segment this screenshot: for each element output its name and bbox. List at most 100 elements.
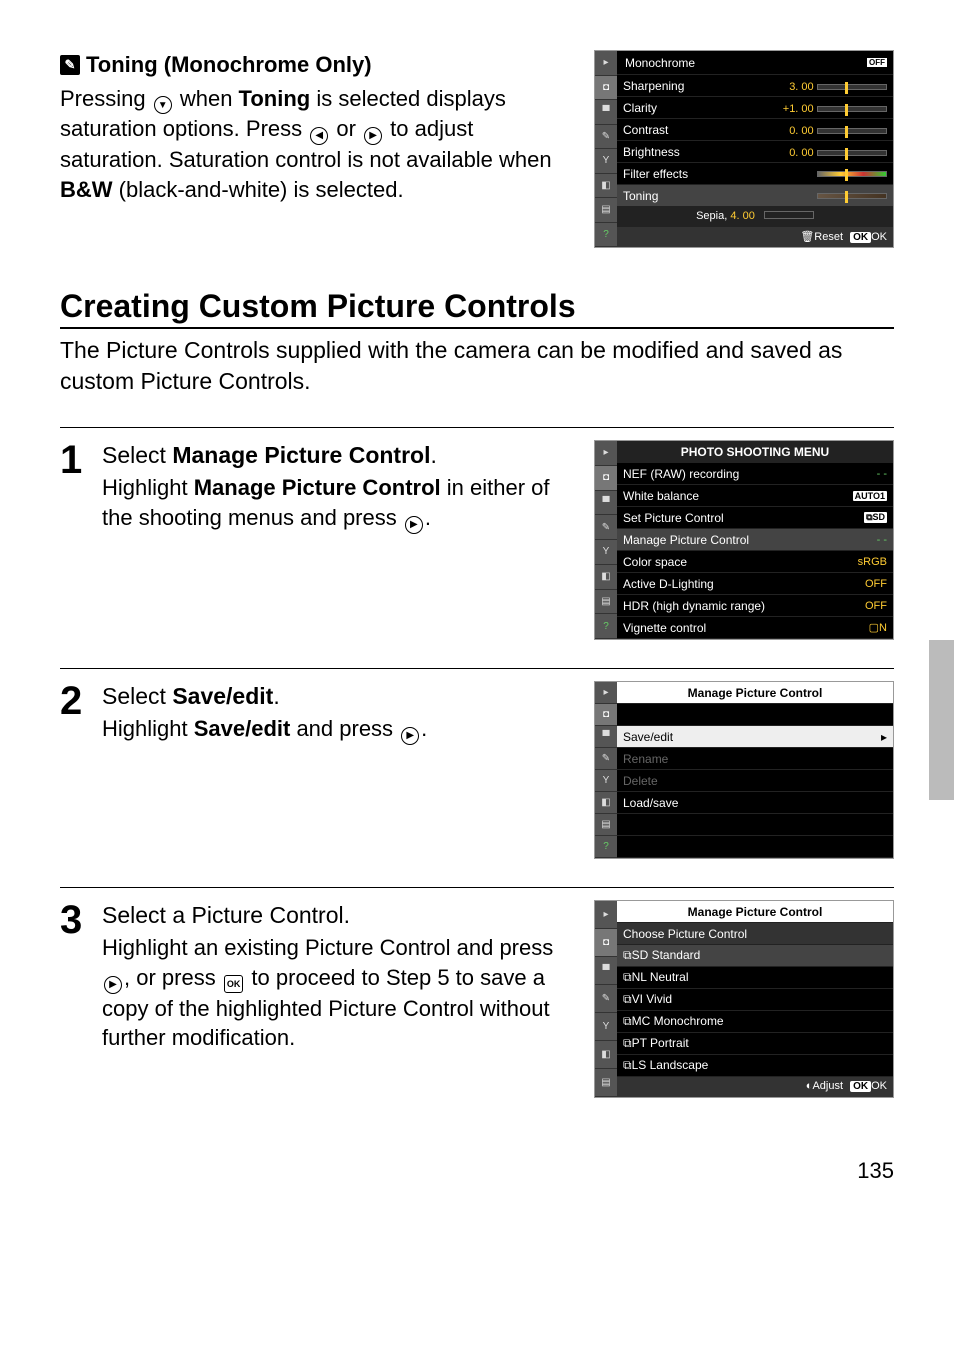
toning-callout: ✎ Toning (Monochrome Only) Pressing ▼ wh… bbox=[60, 50, 894, 248]
l: Toning bbox=[623, 189, 658, 203]
lcd-main: Manage Picture Control Choose Picture Co… bbox=[617, 901, 893, 1097]
sb: ◘ bbox=[595, 466, 617, 491]
step-number: 2 bbox=[60, 681, 102, 859]
ok-icon: OK bbox=[224, 975, 244, 993]
lcd-row-selected: Save/edit ▸ bbox=[617, 726, 893, 748]
trash-icon: 🗑 bbox=[800, 231, 814, 243]
ok-badge: OK bbox=[850, 232, 871, 243]
callout-title: Toning (Monochrome Only) bbox=[86, 50, 372, 80]
sb: Y bbox=[595, 540, 617, 565]
l: Save/edit bbox=[623, 730, 673, 744]
lcd-row-selected: Toning bbox=[617, 185, 893, 207]
l: White balance bbox=[623, 489, 699, 503]
sepia-row: Sepia, 4. 00 bbox=[617, 207, 893, 227]
sb: ▸ bbox=[595, 682, 617, 704]
lcd-row: ⧉VI Vivid bbox=[617, 989, 893, 1011]
t: or bbox=[330, 116, 362, 141]
l: Manage Picture Control bbox=[623, 533, 749, 547]
down-icon: ▼ bbox=[154, 96, 172, 114]
lcd-sidebar: ▸ ◘ ▀ ✎ Y ◧ ▤ ? bbox=[595, 441, 617, 639]
v: OFF bbox=[865, 578, 887, 590]
lcd-footer: ◐Adjust OKOK bbox=[617, 1077, 893, 1097]
lcd-row: Contrast0. 00 bbox=[617, 119, 893, 141]
l: Color space bbox=[623, 555, 687, 569]
sb: Y bbox=[595, 1013, 617, 1041]
l: Delete bbox=[623, 774, 658, 788]
l: Neutral bbox=[650, 970, 689, 984]
sb: ? bbox=[595, 836, 617, 858]
right-icon: ▶ bbox=[104, 976, 122, 994]
l: Load/save bbox=[623, 796, 678, 810]
callout-title-row: ✎ Toning (Monochrome Only) bbox=[60, 50, 574, 80]
lcd-main: Monochrome OFF Sharpening3. 00 Clarity+1… bbox=[617, 51, 893, 247]
l: Sepia, bbox=[696, 210, 727, 222]
sb: ? bbox=[595, 614, 617, 639]
t: . bbox=[273, 683, 279, 709]
p: ⧉VI bbox=[623, 992, 643, 1006]
p: ⧉LS bbox=[623, 1058, 646, 1072]
sb: ✎ bbox=[595, 515, 617, 540]
right-icon: ▶ bbox=[364, 127, 382, 145]
v: AUTO1 bbox=[853, 491, 887, 501]
t: , or press bbox=[124, 965, 222, 990]
sb: ? bbox=[595, 223, 617, 248]
lcd-row bbox=[617, 836, 893, 858]
lcd-row: Delete bbox=[617, 770, 893, 792]
sb: ◧ bbox=[595, 792, 617, 814]
sb: ✎ bbox=[595, 748, 617, 770]
sepia-bar-icon bbox=[764, 211, 814, 219]
reset-label: Reset bbox=[814, 231, 843, 243]
t: (black-and-white) is selected. bbox=[113, 177, 404, 202]
t: Highlight bbox=[102, 716, 194, 741]
t: Highlight bbox=[102, 475, 194, 500]
l: Standard bbox=[652, 948, 701, 962]
step-text: Select a Picture Control. Highlight an e… bbox=[102, 900, 576, 1098]
v: ⧉SD bbox=[864, 512, 887, 523]
lcd-row: Color space sRGB bbox=[617, 551, 893, 573]
lcd-photo-menu: ▸ ◘ ▀ ✎ Y ◧ ▤ ? PHOTO SHOOTING MENU NEF … bbox=[594, 440, 894, 640]
lcd-footer: 🗑Reset OKOK bbox=[617, 227, 893, 247]
lcd-choose: ▸ ◘ ▀ ✎ Y ◧ ▤ Manage Picture Control Cho… bbox=[594, 900, 894, 1098]
lcd-row: Sharpening3. 00 bbox=[617, 75, 893, 97]
sb: ▀ bbox=[595, 726, 617, 748]
step-number: 1 bbox=[60, 440, 102, 640]
l: Rename bbox=[623, 752, 668, 766]
arrow-icon: ▸ bbox=[881, 730, 887, 744]
lcd-sub: Choose Picture Control bbox=[617, 923, 893, 945]
v: sRGB bbox=[858, 556, 887, 568]
section-intro: The Picture Controls supplied with the c… bbox=[60, 335, 894, 397]
sb: ▸ bbox=[595, 51, 617, 76]
t: . bbox=[421, 716, 427, 741]
l: Sharpening bbox=[623, 79, 684, 93]
t: Highlight an existing Picture Control an… bbox=[102, 935, 553, 960]
l: Vignette control bbox=[623, 621, 706, 635]
p: ⧉SD bbox=[623, 948, 648, 962]
sb: ▀ bbox=[595, 100, 617, 125]
sb: ▤ bbox=[595, 1069, 617, 1097]
off-badge: OFF bbox=[867, 58, 887, 67]
v: 0. 00 bbox=[789, 125, 813, 137]
v: 0. 00 bbox=[789, 147, 813, 159]
t: when bbox=[174, 86, 239, 111]
sb: ◧ bbox=[595, 174, 617, 199]
sb: ◘ bbox=[595, 704, 617, 726]
l: Set Picture Control bbox=[623, 511, 724, 525]
lcd-row: ⧉PT Portrait bbox=[617, 1033, 893, 1055]
v: - - bbox=[877, 534, 887, 546]
side-tab bbox=[929, 640, 954, 800]
p: ⧉PT bbox=[623, 1036, 647, 1050]
sb: ◧ bbox=[595, 1041, 617, 1069]
sb: Y bbox=[595, 149, 617, 174]
t: Select bbox=[102, 683, 172, 709]
v: 4. 00 bbox=[730, 210, 754, 222]
v: ▢N bbox=[869, 621, 887, 634]
lcd-row: White balance AUTO1 bbox=[617, 485, 893, 507]
step-2: 2 Select Save/edit. Highlight Save/edit … bbox=[60, 668, 894, 859]
sb: ◘ bbox=[595, 929, 617, 957]
t: and press bbox=[290, 716, 399, 741]
sb: ▀ bbox=[595, 491, 617, 516]
lcd-row: Vignette control ▢N bbox=[617, 617, 893, 639]
lcd-manage: ▸ ◘ ▀ ✎ Y ◧ ▤ ? Manage Picture Control S… bbox=[594, 681, 894, 859]
l: Active D-Lighting bbox=[623, 577, 714, 591]
l: Filter effects bbox=[623, 167, 688, 181]
